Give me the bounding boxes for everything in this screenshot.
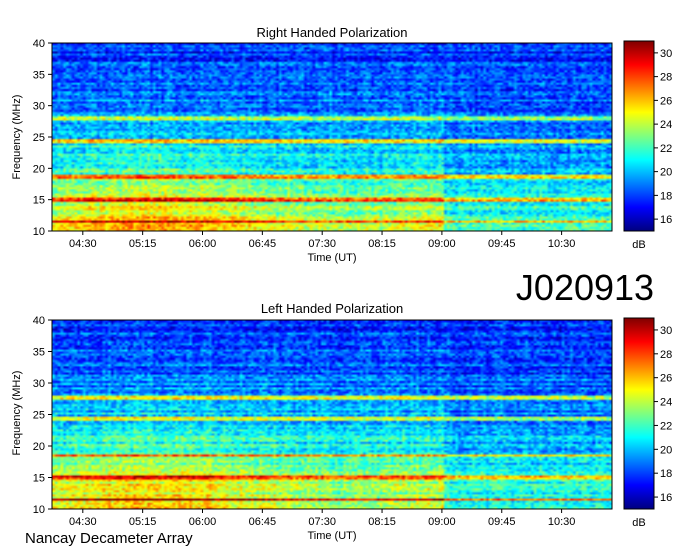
x-tick-label: 09:00: [428, 238, 456, 250]
colorbar-tick-label: 22: [660, 143, 672, 155]
x-tick-label: 08:15: [368, 238, 396, 250]
y-tick-label: 15: [33, 195, 45, 207]
panel-title: Left Handed Polarization: [261, 301, 403, 316]
x-tick-label: 06:45: [249, 238, 277, 250]
left-polarization-panel: Left Handed Polarization Time (UT) Frequ…: [11, 301, 672, 542]
y-tick-label: 35: [33, 69, 45, 81]
y-tick-label: 15: [33, 473, 45, 485]
colorbar-unit: dB: [632, 517, 645, 529]
spectrogram-image: [52, 320, 612, 509]
y-axis-label: Frequency (MHz): [11, 371, 23, 456]
colorbar-tick-label: 28: [660, 349, 672, 361]
y-tick-label: 40: [33, 315, 45, 327]
x-tick-label: 09:45: [488, 516, 516, 528]
x-tick-label: 04:30: [69, 238, 97, 250]
colorbar-tick-label: 22: [660, 420, 672, 432]
colorbar: 16 18 20 22 24 26 28 30: [623, 317, 672, 510]
x-tick-label: 05:15: [129, 516, 157, 528]
colorbar-tick-label: 26: [660, 373, 672, 385]
x-tick-label: 10:30: [548, 238, 576, 250]
y-tick-label: 30: [33, 101, 45, 113]
x-axis-label: Time (UT): [307, 530, 356, 542]
y-tick-label: 25: [33, 410, 45, 422]
spectrogram-image: [52, 43, 612, 231]
colorbar-tick-label: 28: [660, 72, 672, 84]
x-tick-label: 10:30: [548, 516, 576, 528]
x-tick-label: 06:00: [189, 516, 217, 528]
x-tick-label: 08:15: [368, 516, 396, 528]
colorbar-tick-label: 24: [660, 119, 672, 131]
colorbar-tick-label: 30: [660, 48, 672, 60]
colorbar-tick-label: 26: [660, 95, 672, 107]
y-tick-label: 10: [33, 504, 45, 516]
colorbar-unit: dB: [632, 239, 645, 251]
y-tick-label: 20: [33, 441, 45, 453]
y-tick-label: 25: [33, 132, 45, 144]
x-axis-label: Time (UT): [307, 252, 356, 264]
y-tick-label: 35: [33, 347, 45, 359]
x-tick-label: 09:45: [488, 238, 516, 250]
x-tick-label: 04:30: [69, 516, 97, 528]
x-tick-label: 07:30: [308, 516, 336, 528]
x-tick-label: 06:45: [249, 516, 277, 528]
y-tick-label: 20: [33, 163, 45, 175]
y-tick-label: 10: [33, 226, 45, 238]
colorbar-tick-label: 16: [660, 214, 672, 226]
colorbar-tick-label: 18: [660, 190, 672, 202]
panel-title: Right Handed Polarization: [256, 25, 407, 40]
colorbar-strip: [623, 317, 655, 510]
spectrogram-figure: Right Handed Polarization Time (UT) Freq…: [11, 25, 672, 547]
colorbar: 16 18 20 22 24 26 28 30: [623, 40, 672, 232]
observation-id: J020913: [516, 267, 654, 308]
x-tick-label: 07:30: [308, 238, 336, 250]
x-tick-label: 06:00: [189, 238, 217, 250]
y-tick-label: 40: [33, 38, 45, 50]
colorbar-tick-label: 20: [660, 167, 672, 179]
footer-label: Nancay Decameter Array: [25, 530, 193, 547]
right-polarization-panel: Right Handed Polarization Time (UT) Freq…: [11, 25, 672, 264]
spectrogram-plot-area[interactable]: 10 15 20 25 30 35 40 04:30 05:15 06:00 06:45 07:30 0…: [33, 315, 613, 528]
colorbar-tick-label: 20: [660, 444, 672, 456]
colorbar-tick-label: 30: [660, 325, 672, 337]
y-axis-label: Frequency (MHz): [11, 95, 23, 180]
x-tick-label: 05:15: [129, 238, 157, 250]
x-tick-label: 09:00: [428, 516, 456, 528]
colorbar-tick-label: 18: [660, 468, 672, 480]
colorbar-tick-label: 24: [660, 397, 672, 409]
spectrogram-plot-area[interactable]: 10 15 20 25 30 35 40 04:30 05:15 06:00 06:45 07:30 0…: [33, 38, 613, 250]
y-tick-label: 30: [33, 378, 45, 390]
colorbar-strip: [623, 40, 655, 232]
colorbar-tick-label: 16: [660, 492, 672, 504]
